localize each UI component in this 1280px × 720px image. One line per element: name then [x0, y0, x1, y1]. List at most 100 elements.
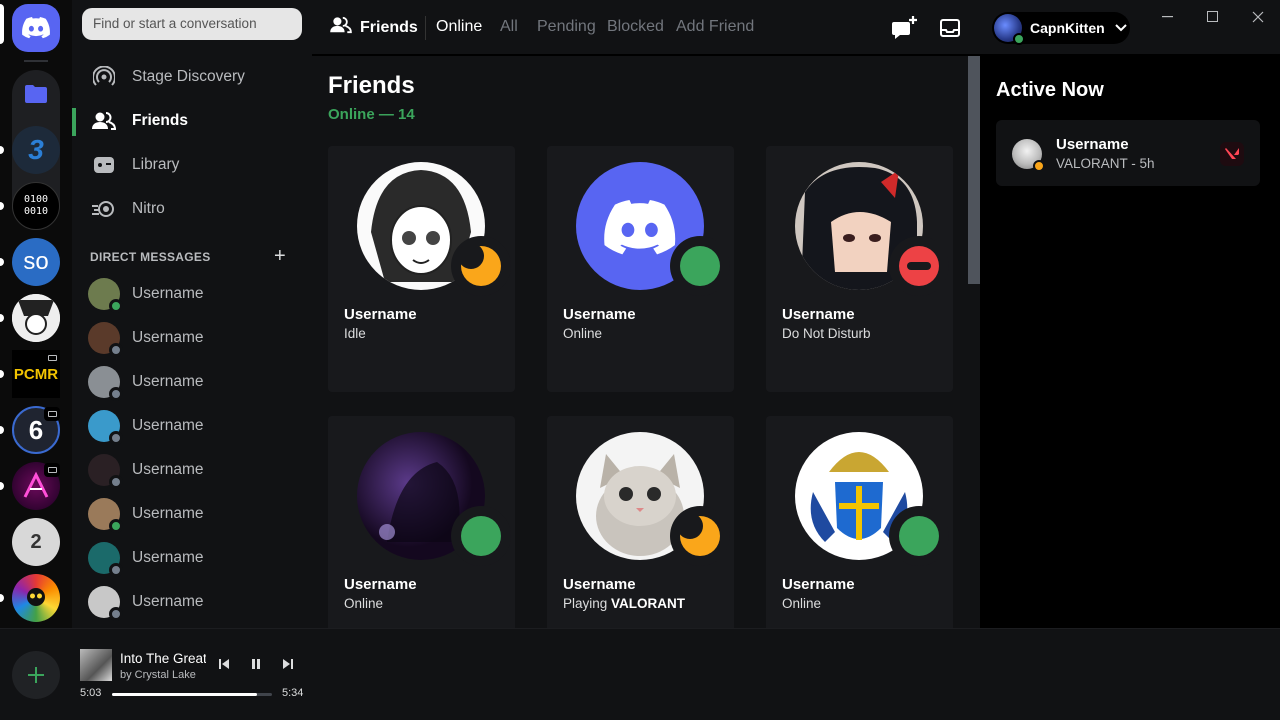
next-track-button[interactable]	[280, 656, 296, 672]
dm-name: Username	[132, 593, 204, 610]
server-sketch[interactable]	[12, 294, 60, 342]
server-so[interactable]: so	[12, 238, 60, 286]
server-badge-text: 6	[28, 414, 44, 445]
friend-card[interactable]: Username Online	[328, 416, 515, 628]
tab-all[interactable]: All	[500, 18, 518, 36]
nitro-icon	[92, 197, 116, 221]
minimize-icon	[1162, 16, 1173, 18]
discord-home-button[interactable]	[12, 4, 60, 52]
avatar	[88, 410, 123, 445]
offline-status-dot	[109, 563, 123, 577]
active-now-card[interactable]: Username VALORANT - 5h	[996, 120, 1260, 186]
dm-item[interactable]: Username	[80, 492, 304, 536]
dm-item[interactable]: Username	[80, 448, 304, 492]
friend-card[interactable]: Username Online	[547, 146, 734, 392]
nav-library[interactable]: Library	[80, 144, 304, 186]
live-icon	[44, 463, 60, 477]
friend-card[interactable]: Username Online	[766, 416, 953, 628]
online-status-dot	[109, 519, 123, 533]
nav-stage-discovery[interactable]: Stage Discovery	[80, 56, 304, 98]
avatar	[88, 586, 123, 621]
nav-friends[interactable]: Friends	[80, 100, 304, 142]
pause-icon	[252, 659, 260, 669]
playback-progress-fill	[112, 693, 258, 696]
pause-button[interactable]	[248, 656, 264, 672]
dm-name: Username	[132, 505, 204, 522]
server-binary[interactable]: 0100 0010	[12, 182, 60, 230]
chevron-down-icon	[1114, 19, 1127, 37]
account-switcher[interactable]: CapnKitten	[992, 12, 1130, 45]
online-count: Online — 14	[328, 106, 415, 123]
dm-name: Username	[132, 329, 204, 346]
sketch-avatar-icon	[12, 294, 60, 342]
active-user-game: VALORANT - 5h	[1056, 156, 1155, 171]
tab-add-friend[interactable]: Add Friend	[676, 18, 754, 36]
unread-dot	[0, 258, 4, 266]
unread-dot	[0, 594, 4, 602]
account-avatar	[994, 14, 1025, 45]
friend-status-text: Do Not Disturb	[782, 326, 871, 341]
friends-icon	[92, 109, 116, 133]
maximize-button[interactable]	[1201, 8, 1225, 26]
nav-label: Nitro	[132, 200, 165, 217]
server-destiny[interactable]: 2	[12, 518, 60, 566]
folder-icon-button[interactable]	[12, 70, 60, 118]
create-dm-button[interactable]: +	[274, 245, 286, 268]
avatar	[88, 498, 123, 533]
active-now-panel: Active Now Username VALORANT - 5h	[980, 56, 1280, 628]
online-status-icon	[889, 506, 949, 566]
server-3[interactable]: 3	[12, 126, 60, 174]
friend-card[interactable]: Username Do Not Disturb	[766, 146, 953, 392]
server-badge-text: 0100 0010	[23, 194, 49, 217]
album-art	[80, 649, 112, 681]
total-time: 5:34	[282, 687, 304, 699]
new-group-dm-button[interactable]	[892, 15, 918, 41]
add-server-button[interactable]	[12, 651, 60, 699]
unread-dot	[0, 482, 4, 490]
search-input[interactable]: Find or start a conversation	[82, 8, 302, 40]
inbox-button[interactable]	[937, 15, 963, 41]
active-user-name: Username	[1056, 136, 1129, 153]
dm-item[interactable]: Username	[80, 580, 304, 624]
nav-nitro[interactable]: Nitro	[80, 188, 304, 230]
skull-icon	[27, 588, 45, 606]
friend-name: Username	[782, 576, 855, 593]
close-button[interactable]	[1246, 8, 1270, 26]
tab-blocked[interactable]: Blocked	[607, 18, 664, 36]
online-status-icon	[670, 236, 730, 296]
tab-pending[interactable]: Pending	[537, 18, 596, 36]
unread-dot	[0, 314, 4, 322]
close-icon	[1252, 11, 1264, 23]
dm-name: Username	[132, 373, 204, 390]
dnd-status-icon	[889, 236, 949, 296]
offline-status-dot	[109, 343, 123, 357]
unread-dot	[0, 202, 4, 210]
dm-item[interactable]: Username	[80, 272, 304, 316]
online-status-dot	[1013, 33, 1025, 45]
server-badge-text: 3	[28, 134, 44, 165]
maximize-icon	[1207, 11, 1218, 22]
friend-status-text: Online	[563, 326, 603, 341]
page-header: Friends	[330, 16, 418, 39]
rail-separator	[24, 60, 48, 62]
current-time: 5:03	[80, 687, 102, 699]
friend-name: Username	[344, 306, 417, 323]
tab-online[interactable]: Online	[436, 18, 482, 36]
dm-item[interactable]: Username	[80, 404, 304, 448]
scrollbar-thumb[interactable]	[968, 56, 980, 284]
dm-name: Username	[132, 549, 204, 566]
skip-forward-icon	[283, 659, 293, 669]
dm-item[interactable]: Username	[80, 536, 304, 580]
friend-card[interactable]: Username Playing VALORANT	[547, 416, 734, 628]
server-rainbow[interactable]	[12, 574, 60, 622]
previous-track-button[interactable]	[216, 656, 232, 672]
account-name: CapnKitten	[1030, 20, 1105, 36]
dm-item[interactable]: Username	[80, 316, 304, 360]
avatar	[88, 322, 123, 357]
nav-label: Friends	[132, 112, 188, 129]
active-nav-indicator	[72, 108, 76, 136]
minimize-button[interactable]	[1156, 8, 1180, 26]
friend-card[interactable]: Username Idle	[328, 146, 515, 392]
playback-progress[interactable]	[112, 693, 272, 696]
dm-item[interactable]: Username	[80, 360, 304, 404]
